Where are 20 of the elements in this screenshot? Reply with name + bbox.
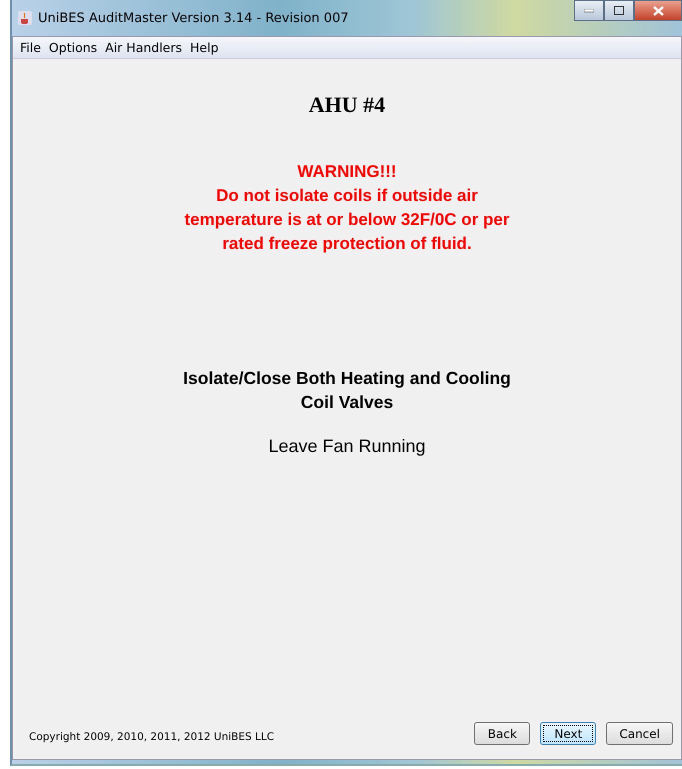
cancel-button[interactable]: Cancel [606,722,673,745]
instruction-text: Isolate/Close Both Heating and Cooling Coil Valves [183,367,511,414]
close-button[interactable] [634,0,682,21]
maximize-icon [614,6,624,15]
maximize-button[interactable] [604,0,634,21]
warning-text: WARNING!!! Do not isolate coils if outside air temperature is at or below 32F/0C or per rated freeze protection of fluid. [184,161,510,255]
copyright-text: Copyright 2009, 2010, 2011, 2012 UniBES LLC [29,730,276,742]
window-title: UniBES AuditMaster Version 3.14 - Revision 007 [38,10,349,26]
menu-item[interactable]: File [17,39,44,56]
note-text: Leave Fan Running [268,436,426,457]
close-icon [652,6,664,16]
back-button[interactable]: Back [474,722,530,745]
minimize-button[interactable] [574,0,604,21]
minimize-icon [584,8,594,12]
next-button[interactable]: Next [540,722,596,745]
menu-item[interactable]: Help [187,39,222,56]
menu-item[interactable]: Options [46,39,100,56]
cup-icon [18,11,32,25]
menu-item[interactable]: Air Handlers [102,39,186,56]
page-heading: AHU #4 [308,92,386,118]
